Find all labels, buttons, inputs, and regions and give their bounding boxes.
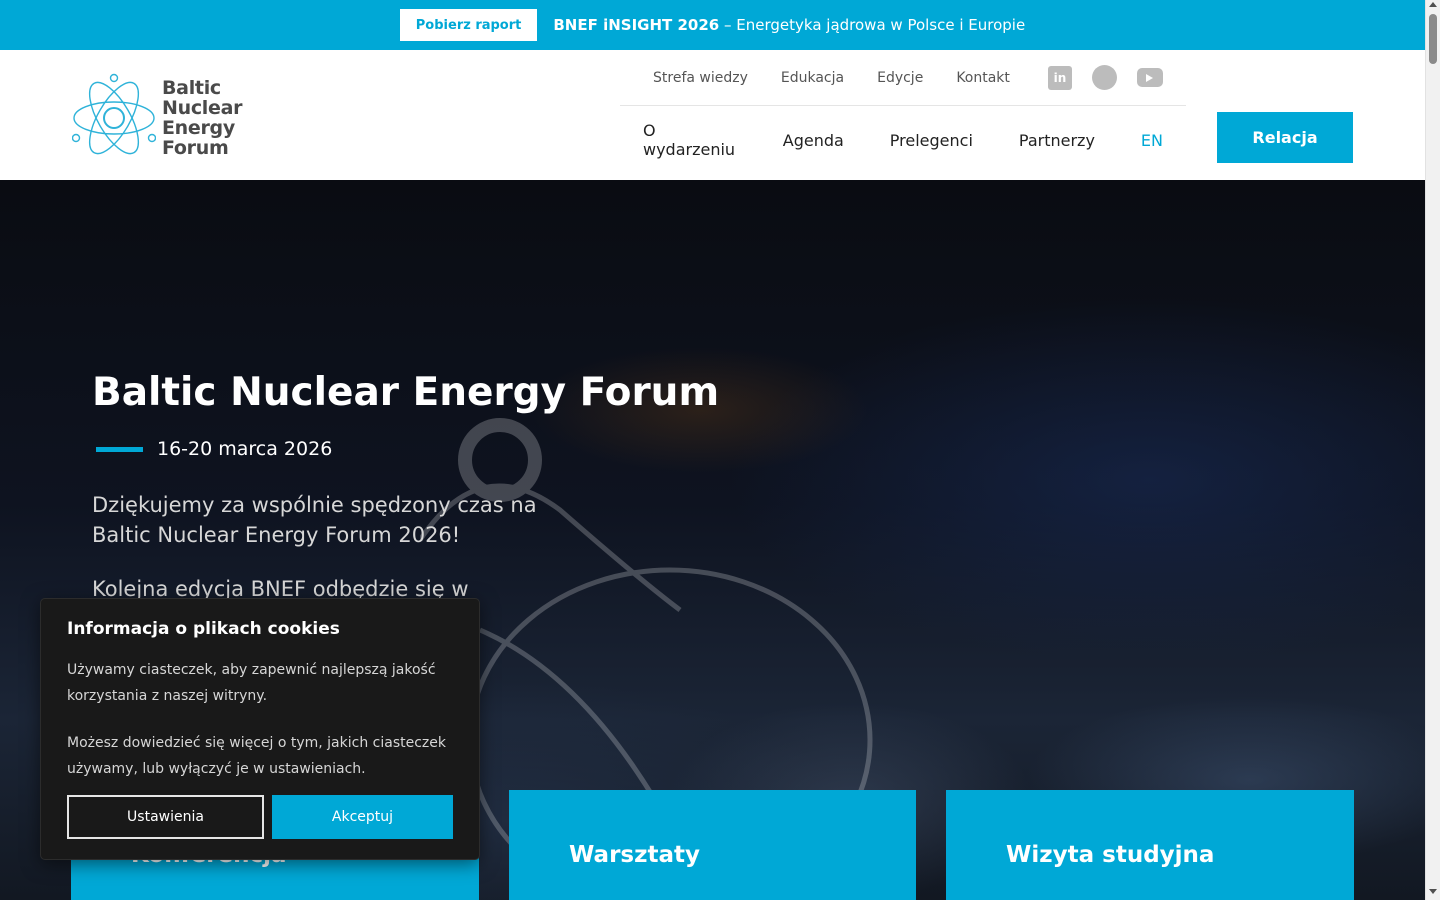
nav-link-agenda[interactable]: Agenda	[783, 131, 844, 150]
logo-wordmark: Baltic Nuclear Energy Forum	[162, 78, 242, 158]
cookie-title: Informacja o plikach cookies	[67, 619, 340, 639]
site-logo[interactable]: Baltic Nuclear Energy Forum	[72, 72, 252, 164]
language-switch-en[interactable]: EN	[1141, 131, 1163, 150]
youtube-icon[interactable]	[1136, 68, 1163, 87]
promo-link[interactable]: BNEF iNSIGHT 2026 – Energetyka jądrowa w…	[553, 16, 1025, 34]
page-scrollbar[interactable]	[1425, 0, 1440, 900]
spotify-icon[interactable]	[1091, 65, 1117, 90]
site-header: Baltic Nuclear Energy Forum Strefa wiedz…	[0, 50, 1425, 180]
nav-link-o-wydarzeniu[interactable]: O wydarzeniu	[643, 121, 737, 159]
nav-link-partnerzy[interactable]: Partnerzy	[1019, 131, 1095, 150]
hero-title: Baltic Nuclear Energy Forum	[92, 370, 720, 415]
linkedin-icon[interactable]: in	[1047, 65, 1072, 90]
logo-line: Nuclear	[162, 97, 243, 119]
relacja-button[interactable]: Relacja	[1217, 112, 1353, 163]
social-links: in	[1047, 65, 1163, 90]
announcement-bar: Pobierz raport BNEF iNSIGHT 2026 – Energ…	[0, 0, 1425, 50]
cookie-buttons: Ustawienia Akceptuj	[67, 795, 453, 839]
logo-line: Forum	[162, 137, 229, 159]
logo-line: Baltic	[162, 77, 221, 99]
accent-bar	[96, 446, 143, 452]
nav-link-edycje[interactable]: Edycje	[877, 70, 923, 86]
promo-text: – Energetyka jądrowa w Polsce i Europie	[719, 16, 1026, 34]
cookie-settings-button[interactable]: Ustawienia	[67, 795, 264, 839]
nav-link-edukacja[interactable]: Edukacja	[781, 70, 844, 86]
promo-title: BNEF iNSIGHT 2026	[553, 16, 720, 34]
event-date: 16-20 marca 2026	[96, 438, 332, 460]
cookie-text-more: Możesz dowiedzieć się więcej o tym, jaki…	[67, 735, 446, 777]
atom-logo-icon	[72, 73, 156, 155]
event-date-text: 16-20 marca 2026	[157, 438, 333, 460]
hero-thanks-text: Dziękujemy za wspólnie spędzony czas na …	[92, 493, 537, 547]
logo-line: Energy	[162, 117, 235, 139]
scroll-up-icon[interactable]	[1429, 2, 1437, 7]
cookie-consent-dialog: Informacja o plikach cookies Używamy cia…	[40, 598, 480, 860]
card-warsztaty[interactable]: Warsztaty	[509, 790, 916, 900]
secondary-nav: Strefa wiedzy Edukacja Edycje Kontakt in	[620, 50, 1186, 106]
scrollbar-thumb[interactable]	[1429, 14, 1437, 64]
cookie-accept-button[interactable]: Akceptuj	[272, 795, 453, 839]
nav-link-prelegenci[interactable]: Prelegenci	[890, 131, 973, 150]
nav-link-kontakt[interactable]: Kontakt	[956, 70, 1010, 86]
cookie-text: Używamy ciasteczek, aby zapewnić najleps…	[67, 662, 436, 704]
scroll-down-icon[interactable]	[1429, 889, 1437, 894]
download-report-button[interactable]: Pobierz raport	[399, 9, 538, 41]
main-nav: O wydarzeniu Agenda Prelegenci Partnerzy…	[620, 106, 1186, 174]
hero-description: Dziękujemy za wspólnie spędzony czas na …	[92, 490, 572, 604]
card-wizyta-studyjna[interactable]: Wizyta studyjna	[946, 790, 1354, 900]
nav-link-strefa-wiedzy[interactable]: Strefa wiedzy	[653, 70, 748, 86]
